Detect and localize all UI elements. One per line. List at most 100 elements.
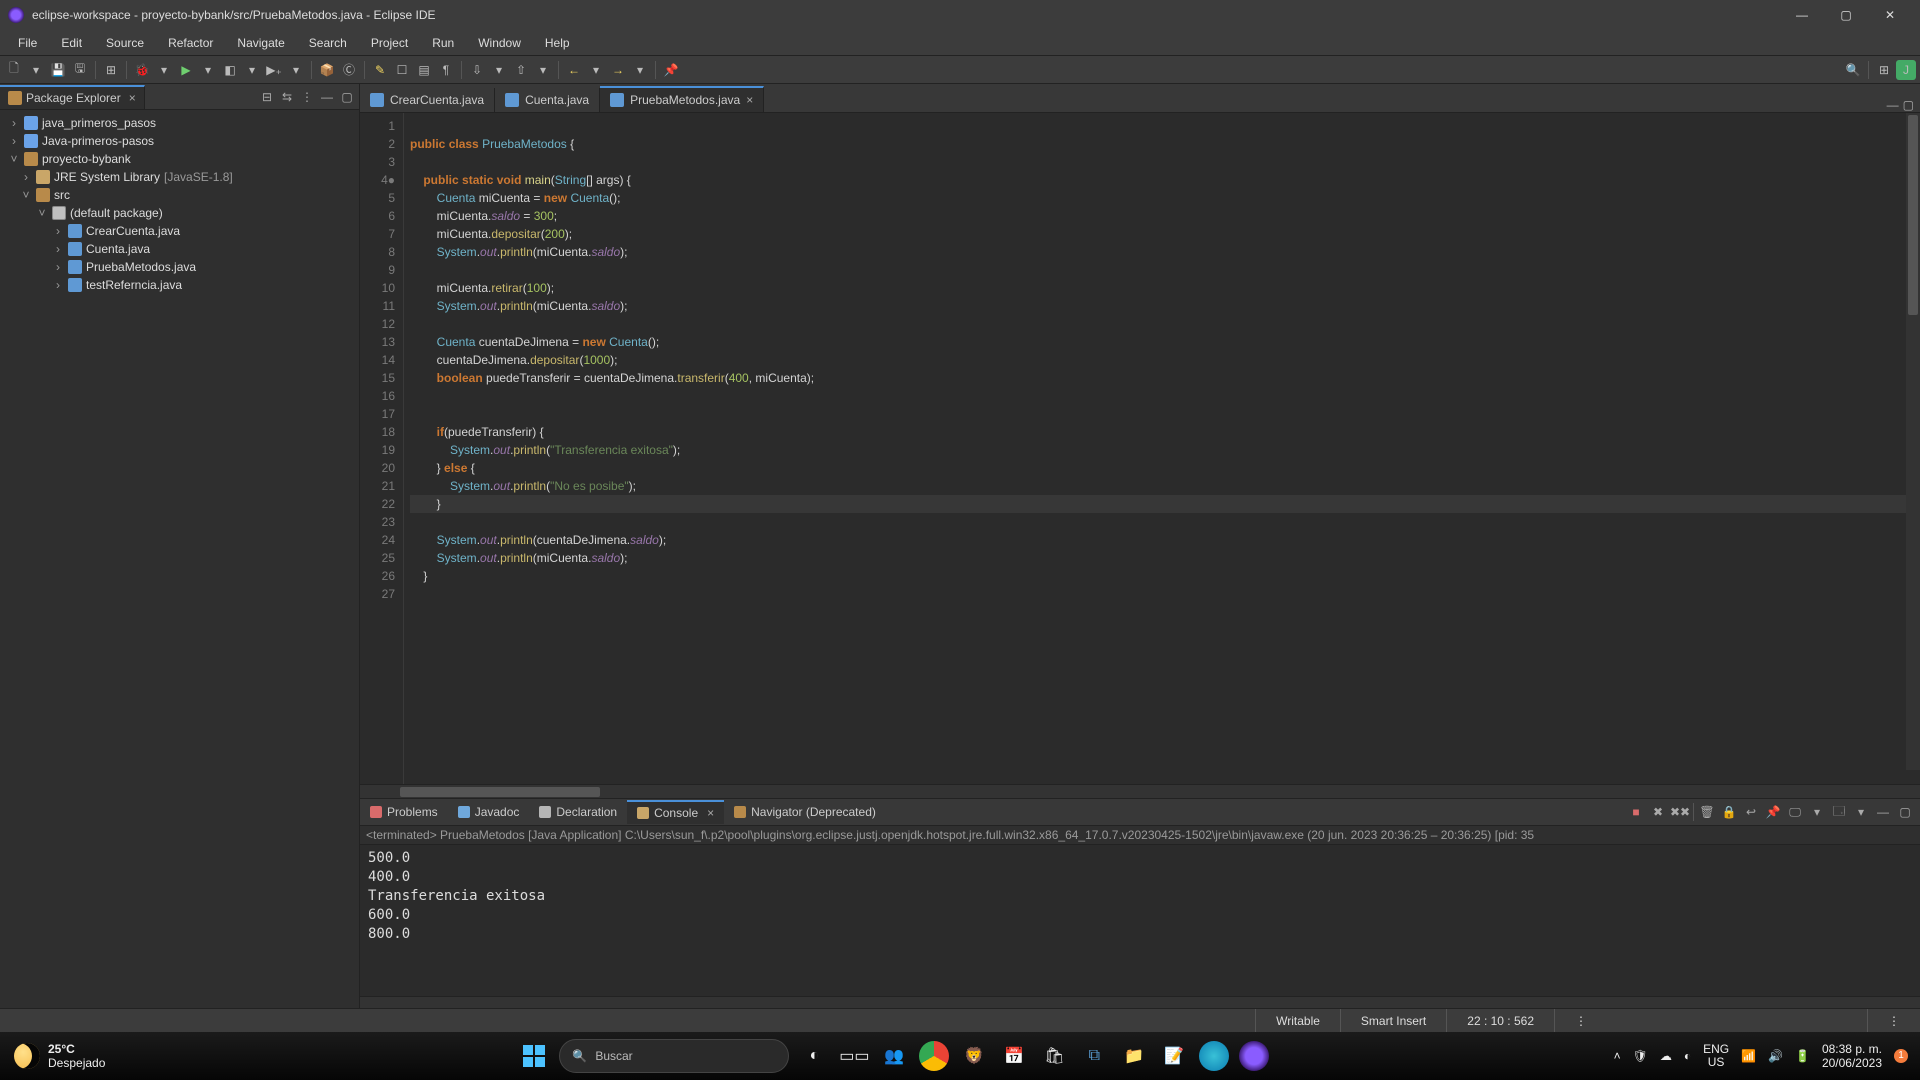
tree-item[interactable]: ›Java-primeros-pasos — [0, 132, 359, 150]
menu-window[interactable]: Window — [466, 32, 533, 54]
tree-item[interactable]: ›PruebaMetodos.java — [0, 258, 359, 276]
toggle-mark-icon[interactable]: ☐ — [392, 60, 412, 80]
vscode-icon[interactable]: ⧉ — [1079, 1041, 1109, 1071]
tray-chevron-icon[interactable]: ˄ — [1614, 1049, 1621, 1063]
teams-icon[interactable]: 👥 — [879, 1041, 909, 1071]
package-explorer-tab[interactable]: Package Explorer × — [0, 85, 145, 109]
toggle-block-icon[interactable]: ▤ — [414, 60, 434, 80]
status-more-icon[interactable]: ⋮ — [1867, 1009, 1920, 1032]
menu-edit[interactable]: Edit — [49, 32, 94, 54]
minimize-button[interactable]: ― — [1780, 0, 1824, 30]
tray-clock[interactable]: 08:38 p. m. 20/06/2023 — [1822, 1042, 1882, 1070]
task-view-icon[interactable]: ▭▭ — [839, 1041, 869, 1071]
editor-tab[interactable]: Cuenta.java — [495, 88, 600, 112]
weather-widget[interactable]: 25°C Despejado — [0, 1042, 119, 1070]
tray-onedrive-icon[interactable]: ☁ — [1660, 1049, 1672, 1063]
eclipse-taskbar-icon[interactable] — [1239, 1041, 1269, 1071]
coverage-icon[interactable]: ◧ — [220, 60, 240, 80]
horizontal-scrollbar[interactable] — [360, 784, 1920, 798]
bottom-tab-console[interactable]: Console× — [627, 800, 724, 824]
prev-annotation-icon[interactable]: ⇧ — [511, 60, 531, 80]
forward-icon[interactable]: → — [608, 60, 628, 80]
menu-project[interactable]: Project — [359, 32, 420, 54]
bottom-tab-navigator[interactable]: Navigator (Deprecated) — [724, 801, 886, 823]
tree-item[interactable]: ˅proyecto-bybank — [0, 150, 359, 168]
tree-item[interactable]: ›java_primeros_pasos — [0, 114, 359, 132]
back-icon[interactable]: ← — [564, 60, 584, 80]
menu-search[interactable]: Search — [297, 32, 359, 54]
copilot-icon[interactable]: ◐ — [799, 1041, 829, 1071]
save-all-icon[interactable]: 🖫 — [70, 60, 90, 80]
link-editor-icon[interactable]: ⇆ — [279, 90, 295, 104]
console-word-wrap-icon[interactable]: ↩ — [1742, 803, 1760, 821]
minimize-console-icon[interactable]: ― — [1874, 803, 1892, 821]
close-icon[interactable]: × — [746, 93, 753, 107]
edge-icon[interactable] — [1199, 1041, 1229, 1071]
chrome-icon[interactable] — [919, 1041, 949, 1071]
menu-help[interactable]: Help — [533, 32, 582, 54]
console-output[interactable]: 500.0 400.0 Transferencia exitosa 600.0 … — [360, 845, 1920, 996]
close-button[interactable]: ✕ — [1868, 0, 1912, 30]
search-icon[interactable]: 🔍 — [1843, 60, 1863, 80]
tray-lang2[interactable]: US — [1703, 1056, 1729, 1069]
console-pin-icon[interactable]: 📌 — [1764, 803, 1782, 821]
tree-item[interactable]: ›CrearCuenta.java — [0, 222, 359, 240]
show-whitespace-icon[interactable]: ¶ — [436, 60, 456, 80]
brave-icon[interactable]: 🦁 — [959, 1041, 989, 1071]
console-terminate-icon[interactable]: ■ — [1627, 803, 1645, 821]
store-icon[interactable]: 🛍 — [1039, 1041, 1069, 1071]
editor-tab[interactable]: PruebaMetodos.java× — [600, 86, 764, 112]
tree-item[interactable]: ˅src — [0, 186, 359, 204]
vertical-scrollbar[interactable] — [1906, 113, 1920, 770]
maximize-view-icon[interactable]: ▢ — [339, 90, 355, 104]
open-task-icon[interactable]: ✎ — [370, 60, 390, 80]
menu-refactor[interactable]: Refactor — [156, 32, 225, 54]
console-remove-all-icon[interactable]: ✖✖ — [1671, 803, 1689, 821]
menu-run[interactable]: Run — [420, 32, 466, 54]
tree-item[interactable]: ›testReferncia.java — [0, 276, 359, 294]
menu-source[interactable]: Source — [94, 32, 156, 54]
minimize-view-icon[interactable]: ― — [319, 90, 335, 104]
console-open-icon[interactable]: 🗔 — [1830, 803, 1848, 821]
explorer-icon[interactable]: 📁 — [1119, 1041, 1149, 1071]
tree-item[interactable]: ›Cuenta.java — [0, 240, 359, 258]
tray-battery-icon[interactable]: 🔋 — [1795, 1049, 1810, 1063]
maximize-editor-icon[interactable]: ▢ — [1903, 98, 1914, 112]
save-icon[interactable]: 💾 — [48, 60, 68, 80]
bottom-tab-declaration[interactable]: Declaration — [529, 801, 627, 823]
calendar-icon[interactable]: 📅 — [999, 1041, 1029, 1071]
tray-notifications-icon[interactable]: 1 — [1894, 1049, 1908, 1063]
external-tools-icon[interactable]: ▶₊ — [264, 60, 284, 80]
run-icon[interactable]: ▶ — [176, 60, 196, 80]
pin-editor-icon[interactable]: 📌 — [661, 60, 681, 80]
console-display-icon[interactable]: 🖵 — [1786, 803, 1804, 821]
start-button[interactable] — [519, 1041, 549, 1071]
console-remove-icon[interactable]: ✖ — [1649, 803, 1667, 821]
console-scrollbar[interactable] — [360, 996, 1920, 1008]
console-clear-icon[interactable]: 🗑 — [1698, 803, 1716, 821]
code-body[interactable]: public class PruebaMetodos { public stat… — [404, 113, 1920, 784]
open-perspective-icon[interactable]: ⊞ — [1874, 60, 1894, 80]
open-type-icon[interactable]: ⊞ — [101, 60, 121, 80]
view-menu-icon[interactable]: ⋮ — [299, 90, 315, 104]
tray-wifi-icon[interactable]: 📶 — [1741, 1049, 1756, 1063]
maximize-button[interactable]: ▢ — [1824, 0, 1868, 30]
notepad-icon[interactable]: 📝 — [1159, 1041, 1189, 1071]
console-scroll-lock-icon[interactable]: 🔒 — [1720, 803, 1738, 821]
bottom-tab-problems[interactable]: Problems — [360, 801, 448, 823]
status-options-icon[interactable]: ⋮ — [1554, 1009, 1607, 1032]
taskbar-search[interactable]: 🔍 Buscar — [559, 1039, 789, 1073]
new-icon[interactable]: 🗋 — [4, 60, 24, 80]
menu-file[interactable]: File — [6, 32, 49, 54]
debug-icon[interactable]: 🐞 — [132, 60, 152, 80]
close-icon[interactable]: × — [129, 91, 136, 105]
new-class-icon[interactable]: Ⓒ — [339, 60, 359, 80]
tray-defender-icon[interactable]: 🛡 — [1633, 1049, 1648, 1063]
collapse-all-icon[interactable]: ⊟ — [259, 90, 275, 104]
package-tree[interactable]: ›java_primeros_pasos›Java-primeros-pasos… — [0, 110, 359, 1008]
maximize-console-icon[interactable]: ▢ — [1896, 803, 1914, 821]
menu-navigate[interactable]: Navigate — [225, 32, 296, 54]
minimize-editor-icon[interactable]: ― — [1887, 98, 1899, 112]
code-editor[interactable]: 1234●56789101112131415161718192021222324… — [360, 112, 1920, 784]
new-package-icon[interactable]: 📦 — [317, 60, 337, 80]
